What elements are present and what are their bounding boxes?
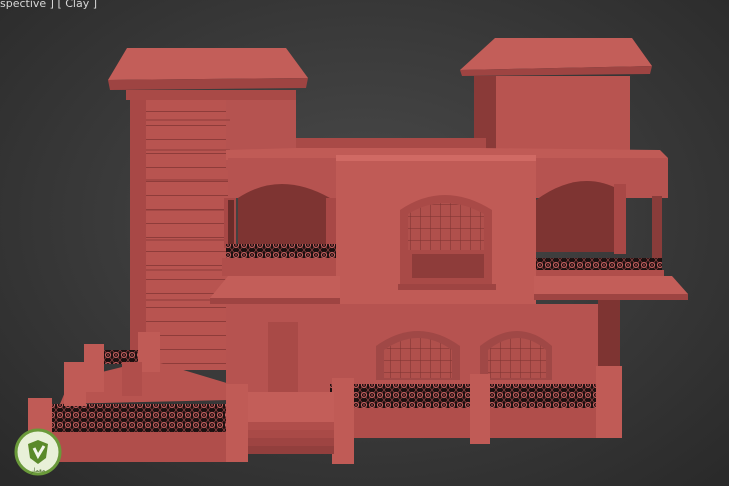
central-block: [336, 155, 536, 307]
left-balcony: [222, 184, 338, 276]
shield-leaf-icon: معمار: [14, 428, 62, 476]
villa-model[interactable]: [0, 0, 729, 486]
viewport-perspective[interactable]: spective ] [ Clay ] معمار: [0, 0, 729, 486]
right-tower: [460, 38, 652, 166]
entrance-stairs: [236, 392, 334, 454]
logo-text: معمار: [30, 467, 45, 474]
